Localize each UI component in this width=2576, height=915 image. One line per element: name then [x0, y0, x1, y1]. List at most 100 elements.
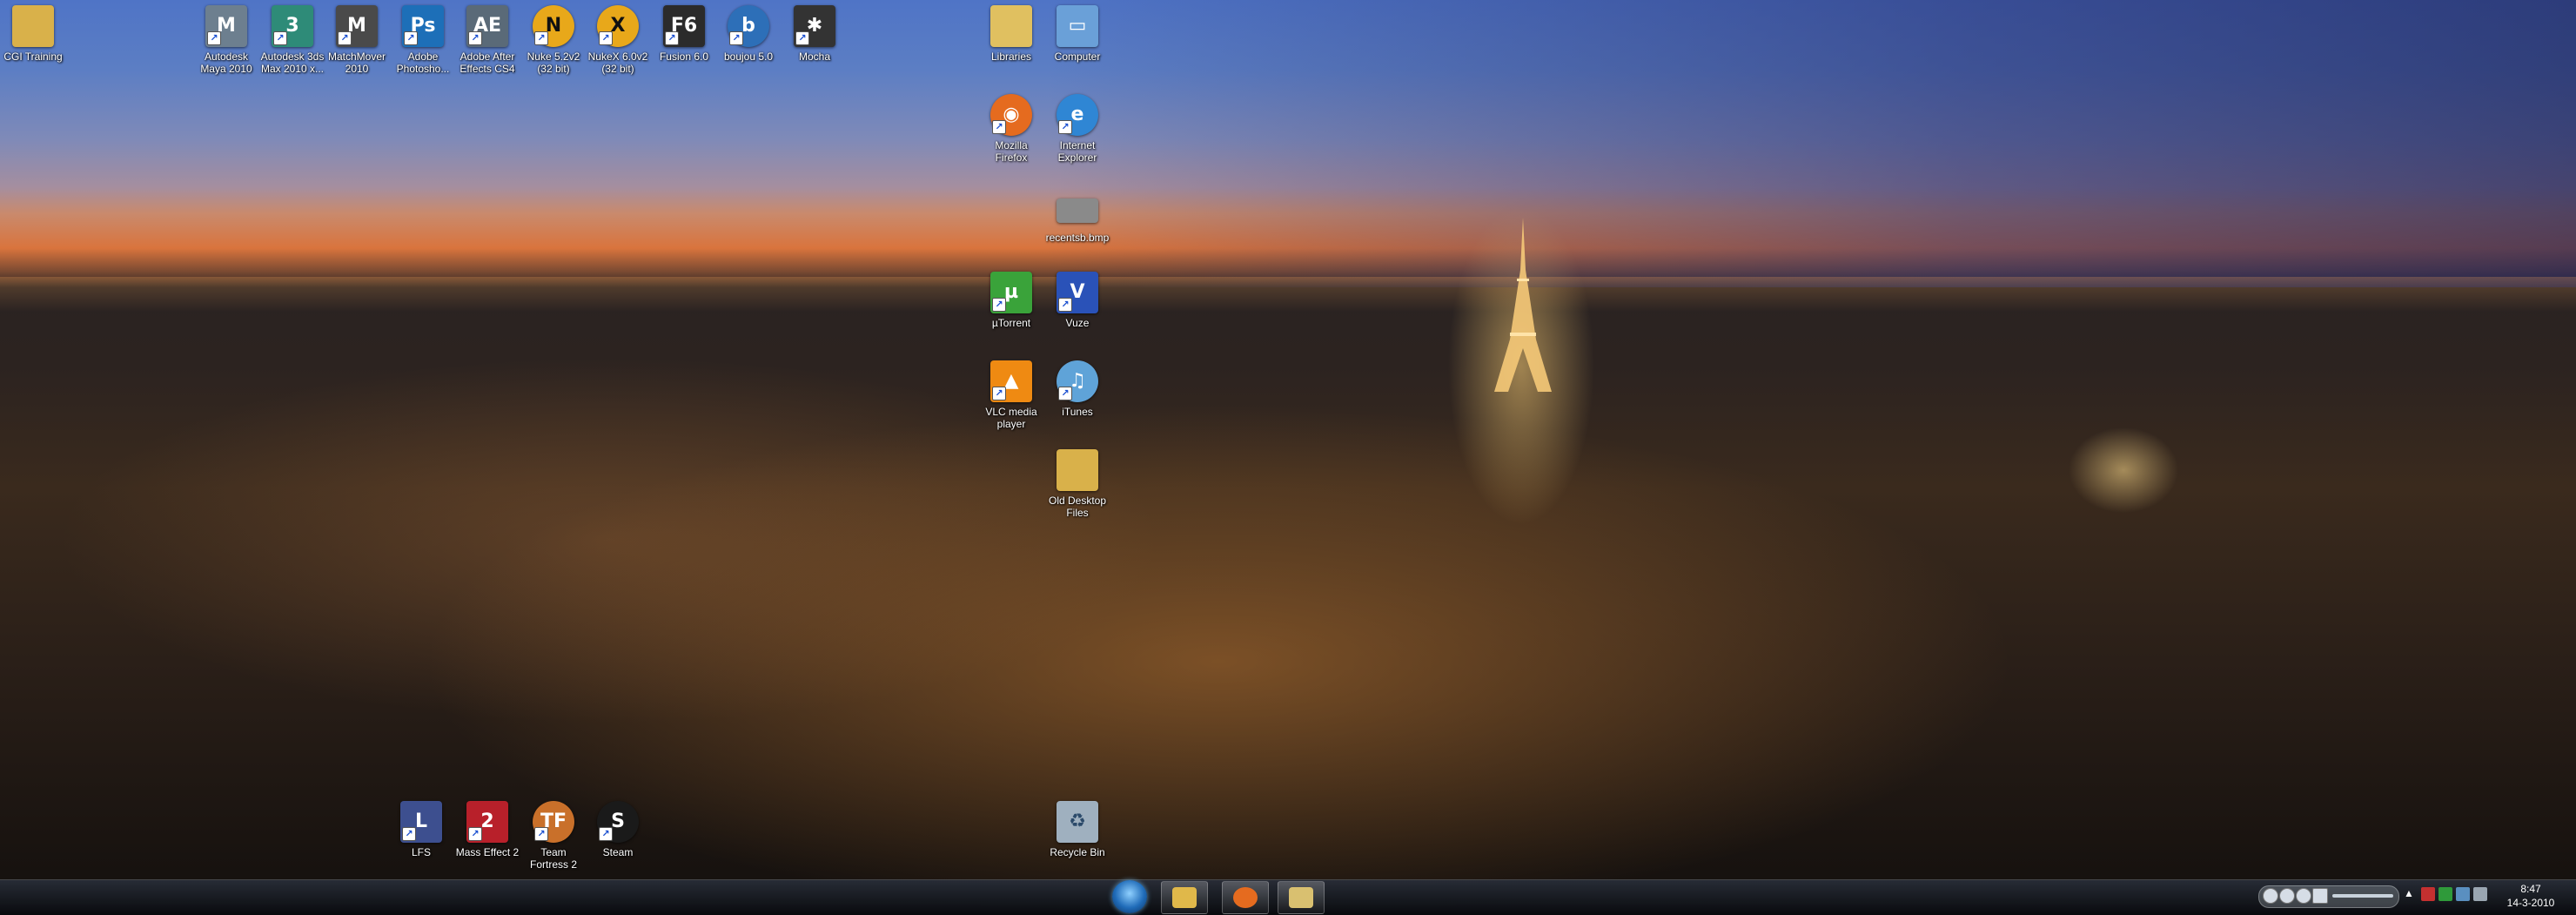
start-button[interactable] — [1112, 880, 1147, 913]
desktop-icon-label: Recycle Bin — [1050, 846, 1105, 858]
desktop-icon-matchmover[interactable]: M ↗ MatchMover 2010 — [324, 5, 390, 75]
desktop-icon-steam[interactable]: S ↗ Steam — [585, 801, 651, 858]
shortcut-arrow-icon: ↗ — [338, 31, 352, 45]
desktop-icon-label: Fusion 6.0 — [659, 50, 709, 63]
3dsmax-icon: 3 ↗ — [272, 5, 313, 47]
shortcut-arrow-icon: ↗ — [534, 827, 548, 841]
desktop-icon-label: iTunes — [1062, 406, 1093, 418]
desktop-icon-label: MatchMover 2010 — [327, 50, 386, 75]
pause-icon[interactable] — [2279, 888, 2295, 904]
shortcut-arrow-icon: ↗ — [468, 827, 482, 841]
team-fortress-2-icon: TF ↗ — [533, 801, 574, 843]
after-effects-icon: AE ↗ — [466, 5, 508, 47]
volume-slider[interactable] — [2332, 894, 2393, 898]
folder-icon — [12, 5, 54, 47]
desktop-icon-label: Adobe After Effects CS4 — [460, 50, 515, 75]
volume-icon[interactable] — [2312, 888, 2328, 904]
shortcut-arrow-icon: ↗ — [207, 31, 221, 45]
desktop-icon-libraries[interactable]: Libraries — [978, 5, 1044, 63]
network-icon[interactable] — [2473, 887, 2487, 901]
desktop-icon-vuze[interactable]: V ↗ Vuze — [1044, 272, 1110, 329]
desktop-icon-internet-explorer[interactable]: e ↗ Internet Explorer — [1044, 94, 1110, 164]
desktop-icon-label: Mass Effect 2 — [455, 846, 520, 858]
vlc-icon: ▲ ↗ — [990, 360, 1032, 402]
desktop-icon-label: recentsb.bmp — [1045, 232, 1110, 244]
nukex-icon: X ↗ — [597, 5, 639, 47]
firefox-icon: ◉ ↗ — [990, 94, 1032, 136]
maya-icon: M ↗ — [205, 5, 247, 47]
desktop-icon-utorrent[interactable]: µ ↗ µTorrent — [978, 272, 1044, 329]
desktop-icon-nuke[interactable]: N ↗ Nuke 5.2v2 (32 bit) — [520, 5, 587, 75]
shortcut-arrow-icon: ↗ — [468, 31, 482, 45]
clock-date[interactable]: 14-3-2010 — [2496, 897, 2566, 909]
desktop-icon-recycle-bin[interactable]: ♻ Recycle Bin — [1044, 801, 1110, 858]
desktop-icon-label: Libraries — [990, 50, 1032, 63]
folder-icon — [1057, 449, 1098, 491]
desktop-icon-vlc[interactable]: ▲ ↗ VLC media player — [978, 360, 1044, 430]
previous-track-icon[interactable] — [2263, 888, 2278, 904]
desktop-icon-nukex[interactable]: X ↗ NukeX 6.0v2 (32 bit) — [585, 5, 651, 75]
libraries-icon — [1289, 887, 1313, 908]
shortcut-arrow-icon: ↗ — [729, 31, 743, 45]
desktop-icon-label: Computer — [1054, 50, 1101, 63]
desktop-icon-computer[interactable]: ▭ Computer — [1044, 5, 1110, 63]
desktop-icon-old-desktop-files[interactable]: Old Desktop Files — [1044, 449, 1110, 519]
desktop-icon-label: Team Fortress 2 — [529, 846, 577, 871]
tray-app-icon[interactable] — [2421, 887, 2435, 901]
desktop-icon-label: µTorrent — [991, 317, 1031, 329]
firefox-icon — [1233, 887, 1258, 908]
boujou-icon: b ↗ — [728, 5, 769, 47]
recycle-bin-icon: ♻ — [1057, 801, 1098, 843]
shortcut-arrow-icon: ↗ — [1058, 120, 1072, 134]
libraries-icon — [990, 5, 1032, 47]
desktop-icon-lfs[interactable]: L ↗ LFS — [388, 801, 454, 858]
tray-app-icon[interactable] — [2438, 887, 2452, 901]
shortcut-arrow-icon: ↗ — [665, 31, 679, 45]
mass-effect-2-icon: 2 ↗ — [466, 801, 508, 843]
desktop-icon-recentsb[interactable]: recentsb.bmp — [1044, 190, 1110, 244]
desktop-icon-team-fortress-2[interactable]: TF ↗ Team Fortress 2 — [520, 801, 587, 871]
lfs-icon: L ↗ — [400, 801, 442, 843]
desktop-icon-mocha[interactable]: ✱ ↗ Mocha — [782, 5, 848, 63]
desktop-icon-label: LFS — [411, 846, 431, 858]
shortcut-arrow-icon: ↗ — [1058, 387, 1072, 400]
steam-icon: S ↗ — [597, 801, 639, 843]
desktop-icon-maya[interactable]: M ↗ Autodesk Maya 2010 — [193, 5, 259, 75]
desktop-icon-firefox[interactable]: ◉ ↗ Mozilla Firefox — [978, 94, 1044, 164]
shortcut-arrow-icon: ↗ — [599, 827, 613, 841]
desktop-icon-label: Autodesk 3ds Max 2010 x... — [260, 50, 325, 75]
desktop-icon-label: Adobe Photosho... — [396, 50, 450, 75]
desktop-icon-label: VLC media player — [985, 406, 1037, 430]
desktop-icon-3dsmax[interactable]: 3 ↗ Autodesk 3ds Max 2010 x... — [259, 5, 325, 75]
image-file-icon — [1057, 198, 1098, 223]
taskbar-item-windows-explorer[interactable] — [1161, 881, 1208, 914]
desktop-icon-photoshop[interactable]: Ps ↗ Adobe Photosho... — [390, 5, 456, 75]
desktop-icon-label: Old Desktop Files — [1048, 495, 1107, 519]
desktop-icon-cgi-training[interactable]: CGI Training — [0, 5, 66, 63]
desktop-icon-after-effects[interactable]: AE ↗ Adobe After Effects CS4 — [454, 5, 520, 75]
desktop-icon-mass-effect-2[interactable]: 2 ↗ Mass Effect 2 — [454, 801, 520, 858]
action-center-icon[interactable] — [2456, 887, 2470, 901]
show-hidden-icons-icon[interactable]: ▲ — [2404, 887, 2418, 901]
shortcut-arrow-icon: ↗ — [1058, 298, 1072, 312]
shortcut-arrow-icon: ↗ — [402, 827, 416, 841]
clock-time[interactable]: 8:47 — [2496, 883, 2566, 895]
desktop-icon-boujou[interactable]: b ↗ boujou 5.0 — [715, 5, 782, 63]
photoshop-icon: Ps ↗ — [402, 5, 444, 47]
shortcut-arrow-icon: ↗ — [534, 31, 548, 45]
shortcut-arrow-icon: ↗ — [404, 31, 418, 45]
taskbar-item-firefox[interactable] — [1222, 881, 1269, 914]
shortcut-arrow-icon: ↗ — [273, 31, 287, 45]
shortcut-arrow-icon: ↗ — [795, 31, 809, 45]
internet-explorer-icon: e ↗ — [1057, 94, 1098, 136]
utorrent-icon: µ ↗ — [990, 272, 1032, 313]
fusion-icon: F6 ↗ — [663, 5, 705, 47]
desktop-icon-fusion[interactable]: F6 ↗ Fusion 6.0 — [651, 5, 717, 63]
desktop-icon-label: CGI Training — [3, 50, 63, 63]
taskbar-item-libraries[interactable] — [1278, 881, 1325, 914]
nuke-icon: N ↗ — [533, 5, 574, 47]
shortcut-arrow-icon: ↗ — [599, 31, 613, 45]
desktop-icon-itunes[interactable]: ♫ ↗ iTunes — [1044, 360, 1110, 418]
matchmover-icon: M ↗ — [336, 5, 378, 47]
next-track-icon[interactable] — [2296, 888, 2311, 904]
